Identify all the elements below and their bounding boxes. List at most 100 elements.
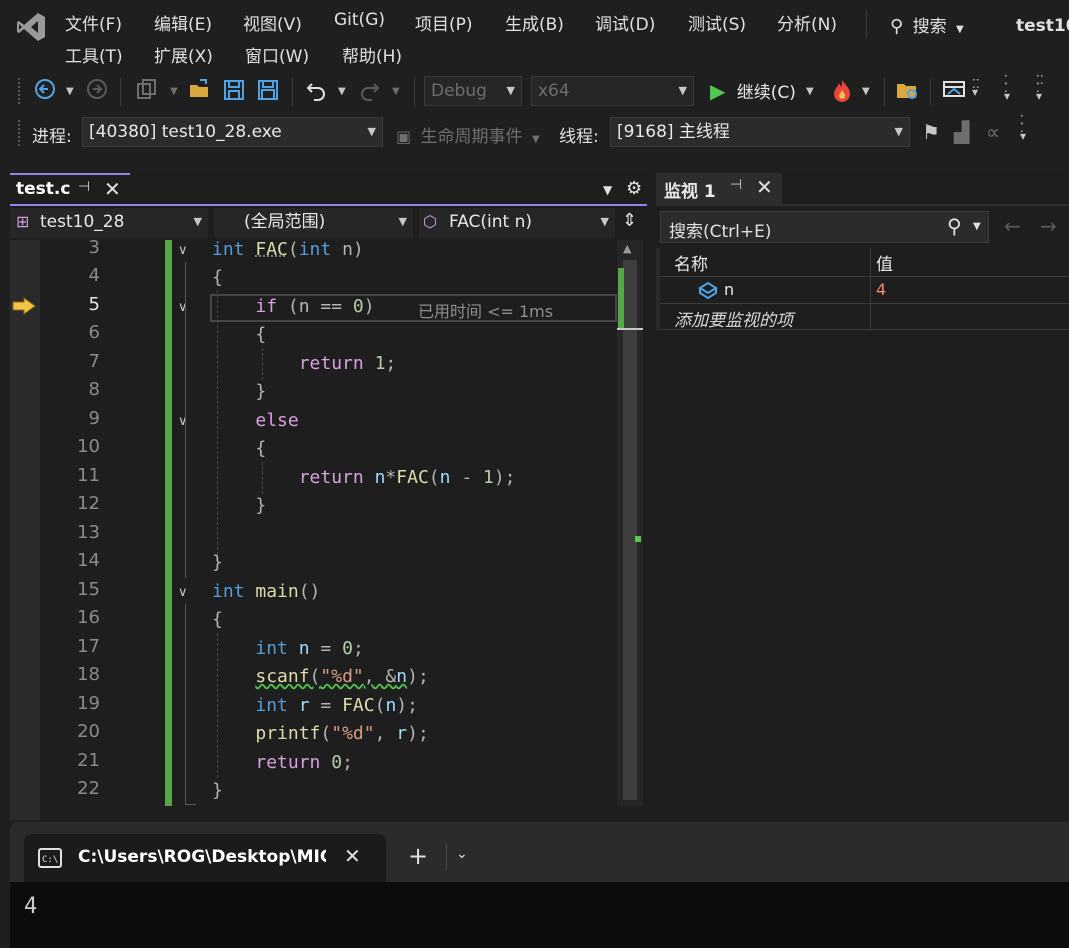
code-line: int main() <box>212 581 321 602</box>
terminal-body[interactable]: 4 <box>10 882 1069 948</box>
scrollbar-up-arrow[interactable]: ▲ <box>623 242 631 255</box>
code-line: scanf("%d", &n); <box>255 666 429 687</box>
collapse-chevron-icon[interactable]: ∨ <box>178 300 188 315</box>
search-button[interactable]: ⚲ 搜索 ▼ <box>890 12 964 38</box>
menu-extensions[interactable]: 扩展(X) <box>154 42 213 67</box>
search-icon[interactable]: ⚲ <box>947 214 962 238</box>
toolbar-separator <box>414 78 415 106</box>
pin-icon[interactable]: ⊣ <box>78 179 90 195</box>
tab-strip-line <box>10 204 647 206</box>
save-icon[interactable] <box>222 78 246 107</box>
line-number: 16 <box>77 607 100 628</box>
continue-button[interactable]: ▶ 继续(C) <box>710 78 796 103</box>
overflow-icon[interactable]: ⁚⁚▾ <box>1004 74 1010 102</box>
collapse-chevron-icon[interactable]: ∨ <box>178 243 188 258</box>
line-number: 14 <box>77 550 100 571</box>
new-tab-plus-icon[interactable]: + <box>408 842 428 870</box>
scrollbar-thumb[interactable] <box>623 260 637 800</box>
line-number: 21 <box>77 750 100 771</box>
menu-divider <box>866 10 867 38</box>
pane-splitter[interactable] <box>647 172 655 820</box>
gear-icon[interactable]: ⚙ <box>626 178 642 199</box>
watch-tab[interactable]: 监视 1 ⊣ ✕ <box>656 173 782 205</box>
chevron-down-icon[interactable]: ▼ <box>66 86 74 97</box>
line-number: 19 <box>77 693 100 714</box>
menu-help[interactable]: 帮助(H) <box>342 42 402 67</box>
undo-icon[interactable] <box>304 78 328 107</box>
solution-explorer-icon[interactable] <box>896 80 920 107</box>
column-header-value[interactable]: 值 <box>876 250 893 275</box>
add-watch-hint[interactable]: 添加要监视的项 <box>674 306 793 331</box>
new-project-icon[interactable] <box>134 78 158 107</box>
scope-combo[interactable]: (全局范围) ▼ <box>214 208 413 238</box>
menu-window[interactable]: 窗口(W) <box>245 42 309 67</box>
function-combo[interactable]: ⬡ FAC(int n) ▼ <box>419 208 615 238</box>
pin-icon[interactable]: ⊣ <box>730 177 742 193</box>
menu-git[interactable]: Git(G) <box>334 10 385 30</box>
close-icon[interactable]: ✕ <box>344 844 361 868</box>
chevron-down-icon[interactable]: ▼ <box>862 86 870 97</box>
line-number: 17 <box>77 636 100 657</box>
terminal-output: 4 <box>24 894 38 919</box>
menu-build[interactable]: 生成(B) <box>505 10 564 35</box>
watch-item-value: 4 <box>876 280 887 299</box>
column-header-name[interactable]: 名称 <box>674 250 708 275</box>
chevron-down-icon: ▼ <box>973 221 981 232</box>
menu-debug[interactable]: 调试(D) <box>595 10 655 35</box>
overflow-icon[interactable]: ⁚⁚▾ <box>972 78 980 98</box>
editor-tab[interactable]: test.c ⊣ ✕ <box>10 173 130 205</box>
menu-edit[interactable]: 编辑(E) <box>154 10 212 35</box>
save-all-icon[interactable] <box>256 78 280 107</box>
watch-search-box[interactable]: 搜索(Ctrl+E) ⚲ ▼ <box>660 211 989 243</box>
configuration-combo[interactable]: Debug ▼ <box>424 76 522 106</box>
chevron-down-icon[interactable]: ▼ <box>338 86 346 97</box>
code-line: return 0; <box>255 752 353 773</box>
overflow-icon[interactable]: ⁚⁚ ⁚ ▾ <box>1036 74 1044 102</box>
line-number: 11 <box>77 465 100 486</box>
watch-add-row[interactable]: 添加要监视的项 <box>660 303 1069 331</box>
close-icon[interactable]: ✕ <box>756 175 773 199</box>
watch-row[interactable]: n 4 <box>660 277 1069 304</box>
split-editor-icon[interactable]: ⇕ <box>622 210 637 231</box>
chevron-down-icon[interactable]: ▼ <box>806 86 814 97</box>
code-line: } <box>212 780 223 801</box>
stack-frame-icon: ∝ <box>986 120 1001 144</box>
column-divider[interactable] <box>870 248 871 276</box>
flag-thread-icon[interactable]: ⚑ <box>922 120 940 144</box>
open-folder-icon[interactable] <box>188 78 212 107</box>
collapse-chevron-icon[interactable]: ∨ <box>178 585 188 600</box>
play-icon: ▶ <box>710 79 726 103</box>
chevron-down-icon[interactable]: ▼ <box>170 86 178 97</box>
window-layout-icon[interactable] <box>942 80 966 107</box>
watch-search-input[interactable]: 搜索(Ctrl+E) <box>669 217 772 242</box>
menu-view[interactable]: 视图(V) <box>243 10 302 35</box>
menu-analyze[interactable]: 分析(N) <box>777 10 837 35</box>
watch-gutter <box>656 248 660 330</box>
chevron-down-icon: ▼ <box>956 24 964 35</box>
chevron-down-icon[interactable]: ▼ <box>603 183 612 197</box>
perf-tip: 已用时间 <= 1ms <box>418 302 554 321</box>
menu-test[interactable]: 测试(S) <box>688 10 746 35</box>
project-combo[interactable]: ⊞ test10_28 ▼ <box>10 208 208 238</box>
navigate-back-icon[interactable] <box>34 78 56 105</box>
toolbar-grip <box>18 78 24 104</box>
terminal-tab[interactable]: C:\ C:\Users\ROG\Desktop\MICHA ✕ <box>24 834 386 882</box>
process-combo[interactable]: [40380] test10_28.exe ▼ <box>82 117 383 147</box>
line-number: 9 <box>88 408 100 429</box>
menu-file[interactable]: 文件(F) <box>65 10 122 35</box>
thread-combo[interactable]: [9168] 主线程 ▼ <box>610 117 910 147</box>
line-number: 6 <box>88 322 100 343</box>
menu-project[interactable]: 项目(P) <box>415 10 473 35</box>
lifecycle-events-button[interactable]: ▣ 生命周期事件 ▼ <box>396 122 540 147</box>
chevron-down-icon[interactable]: ⌄ <box>456 846 468 862</box>
editor-scrollbar[interactable]: ▲ <box>617 240 643 806</box>
search-previous-icon: ← <box>1004 214 1021 238</box>
overflow-icon[interactable]: ⁚⁚▾ <box>1020 114 1026 142</box>
code-line: return 1; <box>298 353 397 374</box>
hot-reload-icon[interactable] <box>830 78 854 109</box>
menu-tools[interactable]: 工具(T) <box>65 42 123 67</box>
platform-combo[interactable]: x64 ▼ <box>531 76 694 106</box>
collapse-chevron-icon[interactable]: ∨ <box>178 414 188 429</box>
close-icon[interactable]: ✕ <box>104 177 121 201</box>
breakpoint-margin[interactable] <box>10 240 40 820</box>
